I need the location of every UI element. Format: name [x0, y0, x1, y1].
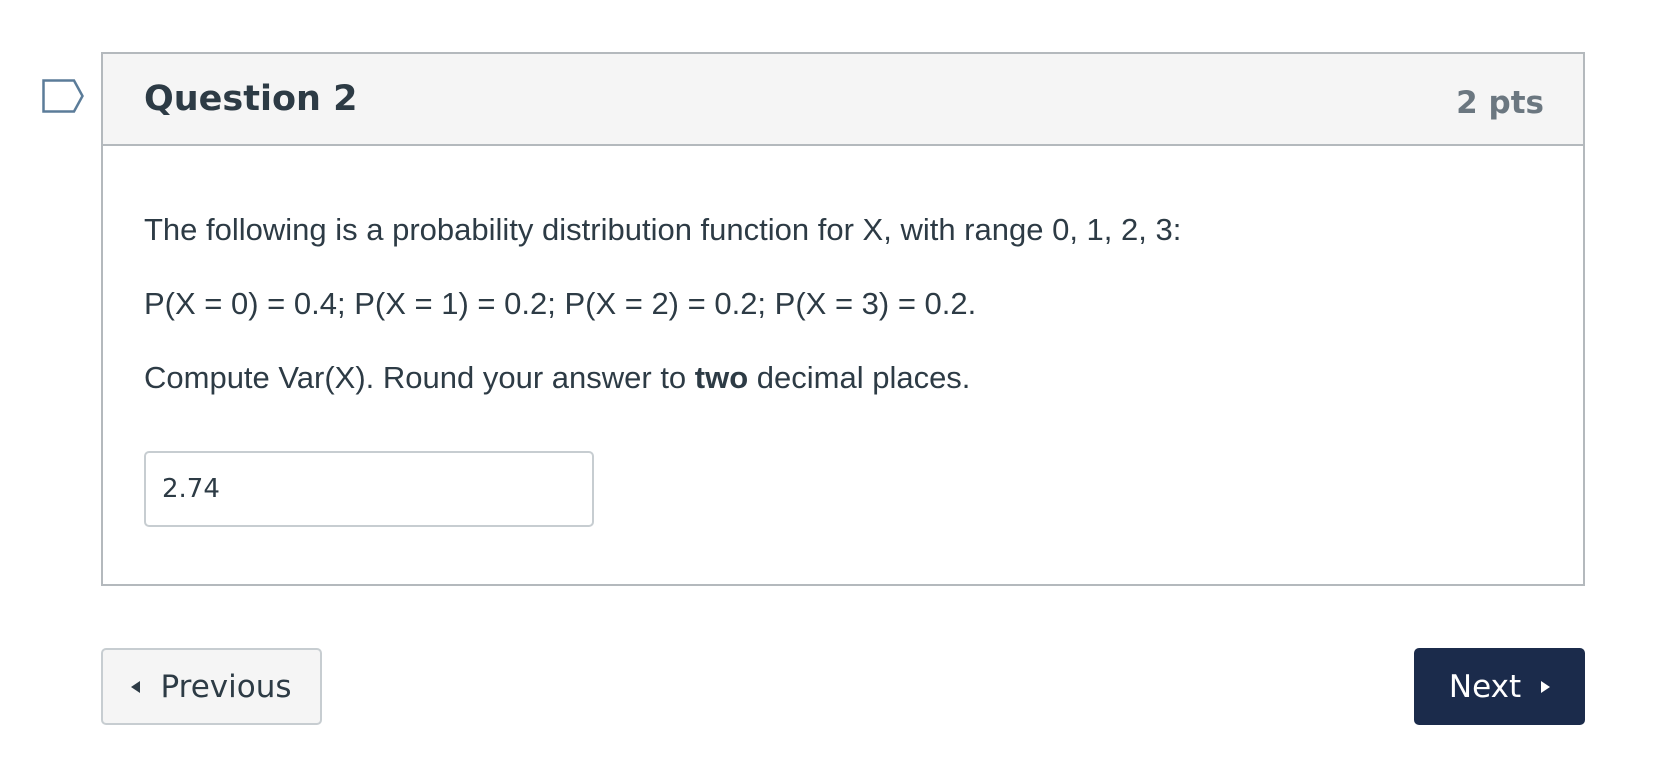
previous-button[interactable]: Previous [101, 648, 322, 725]
caret-left-icon [131, 680, 141, 693]
question-text-line-2: P(X = 0) = 0.4; P(X = 1) = 0.2; P(X = 2)… [144, 286, 977, 321]
previous-button-label: Previous [160, 668, 292, 705]
flag-question-icon[interactable] [42, 79, 84, 113]
question-header: Question 2 2 pts [103, 54, 1583, 146]
answer-input[interactable] [144, 451, 594, 527]
question-text-line-3-start: Compute Var(X). Round your answer to [144, 360, 695, 395]
question-points: 2 pts [1456, 85, 1544, 121]
caret-right-icon [1541, 680, 1551, 693]
question-text-emphasis: two [694, 360, 749, 395]
question-text-line-3: Compute Var(X). Round your answer to two… [144, 360, 970, 396]
question-title: Question 2 [144, 79, 358, 119]
next-button-label: Next [1448, 668, 1522, 705]
question-text-line-1: The following is a probability distribut… [144, 212, 1182, 247]
question-text-line-3-end: decimal places. [748, 360, 971, 395]
question-card: Question 2 2 pts The following is a prob… [101, 52, 1585, 586]
next-button[interactable]: Next [1414, 648, 1585, 725]
